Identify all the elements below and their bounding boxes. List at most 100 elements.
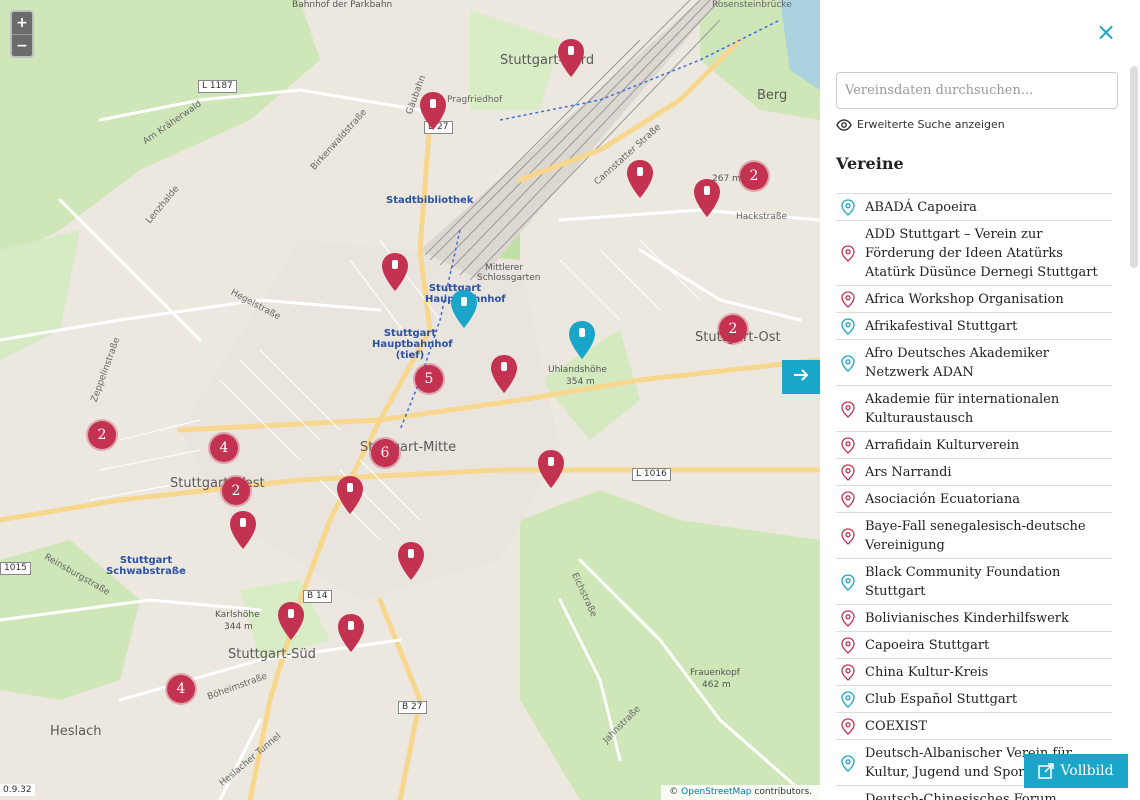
scrollbar[interactable] [1130, 66, 1138, 268]
list-item[interactable]: COEXIST [836, 713, 1112, 740]
eye-icon [836, 118, 852, 131]
location-pin-icon [837, 199, 859, 216]
list-item-label: Asociación Ecuatoriana [865, 492, 1021, 507]
map-marker[interactable] [693, 178, 721, 218]
location-pin-icon [837, 354, 859, 372]
list-item[interactable]: Club Español Stuttgart [836, 686, 1112, 713]
location-pin-icon [837, 400, 859, 418]
map-marker[interactable] [381, 252, 409, 292]
location-pin-icon [837, 610, 859, 627]
map-marker[interactable] [557, 38, 585, 78]
side-panel: × Erweiterte Suche anzeigen Vereine ABAD… [820, 0, 1140, 800]
list-item[interactable]: Afrikafestival Stuttgart [836, 313, 1112, 340]
list-item[interactable]: Bolivianisches Kinderhilfswerk [836, 605, 1112, 632]
list-item-label: Afrikafestival Stuttgart [865, 319, 1018, 334]
map-attribution: © OpenStreetMap contributors. [661, 785, 820, 800]
map-cluster[interactable]: 2 [719, 315, 747, 343]
list-item[interactable]: Deutsch-Chinesisches Forum Stuttgart [836, 786, 1112, 800]
osm-attribution-link[interactable]: OpenStreetMap [681, 787, 751, 797]
list-item[interactable]: Arrafidain Kulturverein [836, 432, 1112, 459]
road-shield-b27-south: B 27 [398, 701, 427, 714]
map-marker-teal[interactable] [450, 289, 478, 329]
version-label: 0.9.32 [0, 784, 35, 796]
list-item-label: Akademie für internationalen Kulturausta… [865, 392, 1060, 426]
list-item[interactable]: Black Community Foundation Stuttgart [836, 559, 1112, 605]
road-shield-l1187: L 1187 [198, 80, 237, 93]
external-link-icon [1038, 763, 1055, 779]
map-marker[interactable] [336, 475, 364, 515]
list-item[interactable]: ABADÁ Capoeira [836, 194, 1112, 221]
map-marker[interactable] [490, 354, 518, 394]
list-item[interactable]: China Kultur-Kreis [836, 659, 1112, 686]
location-pin-icon [837, 637, 859, 654]
map-cluster[interactable]: 4 [210, 434, 238, 462]
attribution-prefix: © [669, 787, 679, 797]
map-cluster[interactable]: 2 [88, 421, 116, 449]
section-title: Vereine [836, 154, 904, 173]
list-item-label: Club Español Stuttgart [865, 692, 1018, 707]
arrow-right-icon [794, 369, 809, 381]
list-item-label: ADD Stuttgart – Verein zur Förderung der… [865, 227, 1098, 280]
list-item-label: Deutsch-Chinesisches Forum Stuttgart [865, 792, 1057, 800]
list-item[interactable]: Ars Narrandi [836, 459, 1112, 486]
search-input[interactable] [836, 72, 1118, 109]
location-pin-icon [837, 318, 859, 335]
advanced-search-label: Erweiterte Suche anzeigen [857, 118, 1005, 131]
list-item-label: Bolivianisches Kinderhilfswerk [865, 611, 1069, 626]
map-view[interactable]: Bahnhof der Parkbahn Stuttgart-Nord Berg… [0, 0, 820, 800]
location-pin-icon [837, 691, 859, 708]
map-cluster[interactable]: 4 [167, 675, 195, 703]
road-shield-b14: B 14 [303, 590, 332, 603]
road-shield-1015: 1015 [0, 562, 31, 575]
list-item[interactable]: Akademie für internationalen Kulturausta… [836, 386, 1112, 432]
map-marker[interactable] [397, 541, 425, 581]
list-item-label: Afro Deutsches Akademiker Netzwerk ADAN [865, 346, 1049, 380]
map-marker[interactable] [419, 91, 447, 131]
list-item[interactable]: Afro Deutsches Akademiker Netzwerk ADAN [836, 340, 1112, 386]
road-shield-l1016: L 1016 [632, 468, 671, 481]
list-item-label: Arrafidain Kulturverein [865, 438, 1020, 453]
advanced-search-toggle[interactable]: Erweiterte Suche anzeigen [836, 118, 1005, 131]
map-marker[interactable] [337, 613, 365, 653]
location-pin-icon [837, 464, 859, 481]
map-cluster[interactable]: 6 [371, 439, 399, 467]
list-item-label: Baye-Fall senegalesisch-deutsche Vereini… [865, 519, 1086, 553]
close-button[interactable]: × [1094, 20, 1118, 44]
location-pin-icon [837, 245, 859, 262]
list-item[interactable]: Capoeira Stuttgart [836, 632, 1112, 659]
location-pin-icon [837, 573, 859, 591]
zoom-control: + − [10, 10, 34, 58]
fullscreen-button[interactable]: Vollbild [1024, 754, 1128, 788]
location-pin-icon [837, 754, 859, 772]
map-marker[interactable] [277, 601, 305, 641]
location-pin-icon [837, 437, 859, 454]
map-tiles [0, 0, 820, 800]
zoom-out-button[interactable]: − [12, 34, 32, 56]
location-pin-icon [837, 664, 859, 681]
list-item[interactable]: Africa Workshop Organisation [836, 286, 1112, 313]
location-pin-icon [837, 527, 859, 545]
zoom-in-button[interactable]: + [12, 12, 32, 34]
map-cluster[interactable]: 2 [222, 477, 250, 505]
list-item[interactable]: ADD Stuttgart – Verein zur Förderung der… [836, 221, 1112, 286]
list-item-label: Ars Narrandi [865, 465, 952, 480]
fullscreen-label: Vollbild [1060, 763, 1114, 779]
map-cluster[interactable]: 2 [740, 162, 768, 190]
location-pin-icon [837, 718, 859, 735]
map-marker[interactable] [626, 159, 654, 199]
list-item-label: COEXIST [865, 719, 928, 734]
map-cluster[interactable]: 5 [415, 365, 443, 393]
list-item-label: Africa Workshop Organisation [865, 292, 1064, 307]
list-item-label: Capoeira Stuttgart [865, 638, 990, 653]
list-item-label: China Kultur-Kreis [865, 665, 989, 680]
collapse-panel-button[interactable] [782, 360, 820, 394]
map-marker[interactable] [537, 449, 565, 489]
club-list: ABADÁ Capoeira ADD Stuttgart – Verein zur… [836, 193, 1112, 800]
location-pin-icon [837, 491, 859, 508]
map-marker[interactable] [229, 510, 257, 550]
map-marker-teal[interactable] [568, 320, 596, 360]
list-item[interactable]: Baye-Fall senegalesisch-deutsche Vereini… [836, 513, 1112, 559]
list-item-label: ABADÁ Capoeira [865, 200, 977, 215]
list-item[interactable]: Asociación Ecuatoriana [836, 486, 1112, 513]
attribution-suffix: contributors. [754, 787, 812, 797]
